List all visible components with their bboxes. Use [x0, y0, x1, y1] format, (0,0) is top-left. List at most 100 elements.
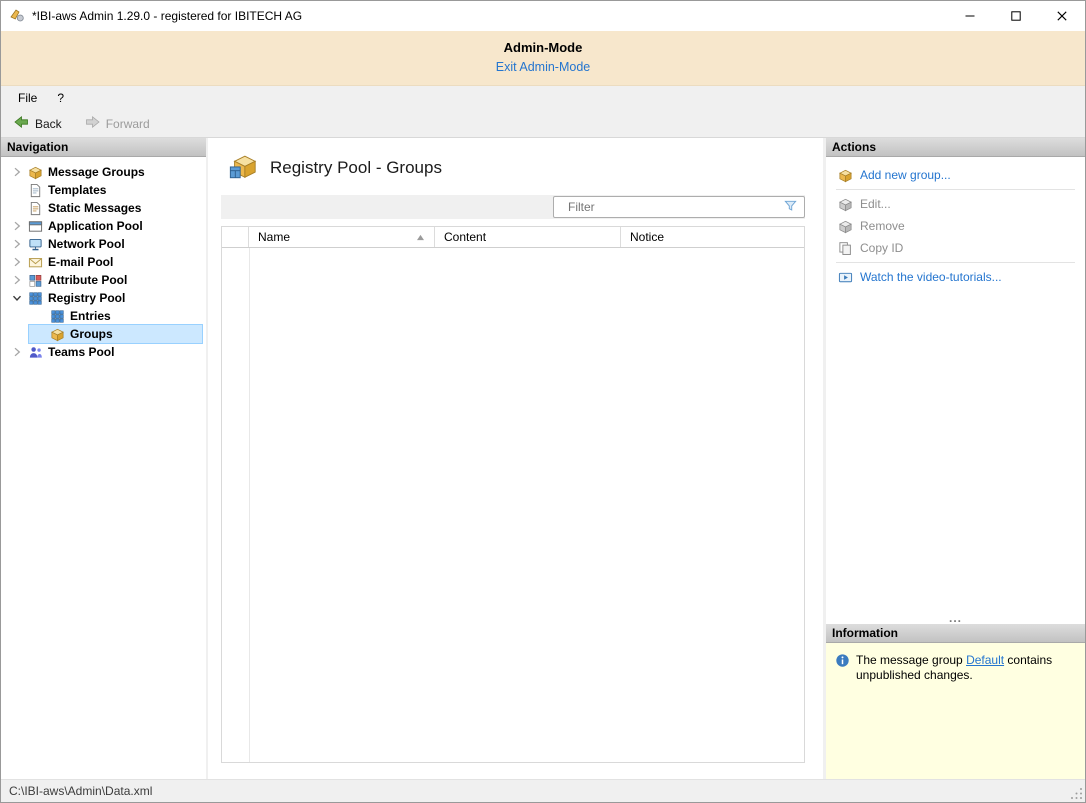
back-button[interactable]: Back — [8, 112, 67, 135]
filter-bar: Filter — [221, 195, 805, 219]
menu-help[interactable]: ? — [48, 88, 73, 108]
tree-item-content: Message Groups — [7, 163, 202, 181]
column-header-content[interactable]: Content — [435, 227, 621, 247]
template-page-icon — [27, 182, 43, 198]
nav-item-templates[interactable]: Templates — [1, 181, 202, 199]
maximize-button[interactable] — [993, 1, 1039, 31]
information-header: Information — [826, 624, 1085, 643]
table-grid-icon — [27, 290, 43, 306]
app-window: *IBI-aws Admin 1.29.0 - registered for I… — [0, 0, 1086, 803]
expander-spacer — [9, 200, 25, 216]
navigation-tree: Message Groups Templates Static Messages Ap… — [1, 157, 206, 779]
groups-table-header: Name Content Notice — [222, 227, 804, 248]
nav-item-message-groups[interactable]: Message Groups — [1, 163, 202, 181]
nav-item-groups[interactable]: Groups — [1, 325, 202, 343]
action-label: Watch the video-tutorials... — [860, 270, 1002, 284]
information-message-prefix: The message group — [856, 653, 966, 667]
minimize-button[interactable] — [947, 1, 993, 31]
groups-table-body — [222, 248, 804, 762]
expander-spacer — [31, 326, 47, 342]
action-label: Edit... — [860, 197, 891, 211]
action-add-new-group[interactable]: Add new group... — [835, 164, 1076, 186]
nav-item-attribute-pool[interactable]: Attribute Pool — [1, 271, 202, 289]
actions-separator — [836, 262, 1075, 263]
menu-file[interactable]: File — [9, 88, 46, 108]
close-button[interactable] — [1039, 1, 1085, 31]
package-icon — [49, 326, 65, 342]
tree-item-content: Templates — [7, 181, 202, 199]
right-panel: Actions Add new group... Edit... Remove Cop… — [826, 138, 1085, 779]
navigation-header: Navigation — [1, 138, 206, 157]
admin-mode-banner: Admin-Mode Exit Admin-Mode — [1, 31, 1085, 86]
sort-ascending-icon[interactable] — [416, 230, 425, 244]
chevron-down-icon[interactable] — [9, 290, 25, 306]
actions-header: Actions — [826, 138, 1085, 157]
column-header-name[interactable]: Name — [249, 227, 435, 247]
tree-item-content: Application Pool — [7, 217, 202, 235]
application-window-icon — [27, 218, 43, 234]
app-icon — [9, 7, 25, 26]
action-edit[interactable]: Edit... — [835, 193, 1076, 215]
chevron-right-icon[interactable] — [9, 218, 25, 234]
resize-grip-icon[interactable] — [1070, 787, 1083, 800]
nav-item-teams-pool[interactable]: Teams Pool — [1, 343, 202, 361]
chevron-right-icon[interactable] — [9, 254, 25, 270]
tree-item-content: Static Messages — [7, 199, 202, 217]
page-title: Registry Pool - Groups — [270, 158, 442, 178]
nav-item-network-pool[interactable]: Network Pool — [1, 235, 202, 253]
tree-item-content: Groups — [29, 325, 202, 343]
nav-item-registry-pool[interactable]: Registry Pool — [1, 289, 202, 307]
forward-button-label: Forward — [106, 117, 150, 131]
window-controls — [947, 1, 1085, 31]
chevron-right-icon[interactable] — [9, 272, 25, 288]
filter-funnel-icon[interactable] — [783, 198, 798, 216]
status-file-path: C:\IBI-aws\Admin\Data.xml — [9, 784, 152, 798]
nav-item-static-messages[interactable]: Static Messages — [1, 199, 202, 217]
nav-item-label: Entries — [67, 309, 111, 323]
nav-item-label: Templates — [45, 183, 106, 197]
tree-item-content: Teams Pool — [7, 343, 202, 361]
tree-item-content: E-mail Pool — [7, 253, 202, 271]
nav-item-label: Registry Pool — [45, 291, 125, 305]
nav-item-application-pool[interactable]: Application Pool — [1, 217, 202, 235]
default-group-link[interactable]: Default — [966, 653, 1004, 667]
tree-indent — [1, 316, 29, 317]
nav-item-e-mail-pool[interactable]: E-mail Pool — [1, 253, 202, 271]
action-copy-id[interactable]: Copy ID — [835, 237, 1076, 259]
tree-item-content: Network Pool — [7, 235, 202, 253]
expander-spacer — [9, 182, 25, 198]
column-header-notice-label: Notice — [630, 230, 664, 244]
chevron-right-icon[interactable] — [9, 164, 25, 180]
attribute-grid-icon — [27, 272, 43, 288]
page-title-row: Registry Pool - Groups — [221, 138, 805, 195]
package-add-icon — [837, 167, 853, 183]
chevron-right-icon[interactable] — [9, 236, 25, 252]
nav-item-label: Network Pool — [45, 237, 125, 251]
action-remove[interactable]: Remove — [835, 215, 1076, 237]
window-title: *IBI-aws Admin 1.29.0 - registered for I… — [32, 9, 302, 23]
registry-groups-package-icon — [228, 151, 258, 184]
actions-panel: Actions Add new group... Edit... Remove Cop… — [826, 138, 1085, 624]
chevron-right-icon[interactable] — [9, 344, 25, 360]
action-label: Remove — [860, 219, 905, 233]
action-label: Add new group... — [860, 168, 951, 182]
information-panel: Information The message group Default co… — [826, 624, 1085, 779]
video-icon — [837, 269, 853, 285]
panel-splitter-handle[interactable]: ... — [826, 613, 1085, 624]
column-header-notice[interactable]: Notice — [621, 227, 804, 247]
forward-button[interactable]: Forward — [79, 112, 155, 135]
column-header-name-label: Name — [258, 230, 290, 244]
info-icon — [835, 653, 850, 672]
titlebar: *IBI-aws Admin 1.29.0 - registered for I… — [1, 1, 1085, 31]
nav-item-entries[interactable]: Entries — [1, 307, 202, 325]
nav-item-label: Teams Pool — [45, 345, 114, 359]
tree-item-content: Attribute Pool — [7, 271, 202, 289]
action-watch-the-video-tutorials[interactable]: Watch the video-tutorials... — [835, 266, 1076, 288]
filter-input[interactable]: Filter — [553, 196, 805, 218]
tree-indent — [1, 334, 29, 335]
nav-item-label: Static Messages — [45, 201, 141, 215]
static-message-icon — [27, 200, 43, 216]
filter-placeholder: Filter — [568, 200, 783, 214]
exit-admin-mode-link[interactable]: Exit Admin-Mode — [496, 60, 590, 74]
toolbar: Back Forward — [1, 110, 1085, 138]
